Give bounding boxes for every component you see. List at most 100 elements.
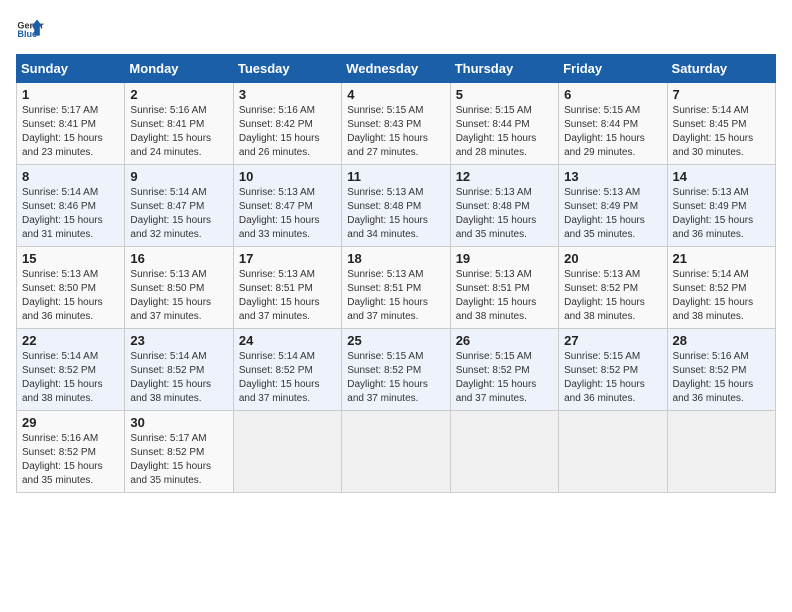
day-number: 12	[456, 169, 553, 184]
calendar-cell: 1 Sunrise: 5:17 AM Sunset: 8:41 PM Daylig…	[17, 83, 125, 165]
day-info: Sunrise: 5:13 AM Sunset: 8:52 PM Dayligh…	[564, 268, 661, 324]
day-info: Sunrise: 5:17 AM Sunset: 8:41 PM Dayligh…	[22, 104, 119, 160]
calendar-table: SundayMondayTuesdayWednesdayThursdayFrid…	[16, 54, 776, 493]
header-cell-saturday: Saturday	[667, 55, 775, 83]
day-number: 6	[564, 87, 661, 102]
day-info: Sunrise: 5:15 AM Sunset: 8:52 PM Dayligh…	[456, 350, 553, 406]
header-cell-wednesday: Wednesday	[342, 55, 450, 83]
day-number: 30	[130, 415, 227, 430]
day-number: 5	[456, 87, 553, 102]
header-cell-friday: Friday	[559, 55, 667, 83]
calendar-cell: 24 Sunrise: 5:14 AM Sunset: 8:52 PM Dayli…	[233, 329, 341, 411]
day-info: Sunrise: 5:15 AM Sunset: 8:52 PM Dayligh…	[564, 350, 661, 406]
calendar-week-3: 22 Sunrise: 5:14 AM Sunset: 8:52 PM Dayli…	[17, 329, 776, 411]
calendar-cell: 28Sunrise: 5:16 AM Sunset: 8:52 PM Dayli…	[667, 329, 775, 411]
day-info: Sunrise: 5:13 AM Sunset: 8:51 PM Dayligh…	[456, 268, 553, 324]
day-number: 22	[22, 333, 119, 348]
calendar-week-4: 29 Sunrise: 5:16 AM Sunset: 8:52 PM Dayli…	[17, 411, 776, 493]
day-number: 19	[456, 251, 553, 266]
calendar-cell: 26 Sunrise: 5:15 AM Sunset: 8:52 PM Dayli…	[450, 329, 558, 411]
calendar-cell: 25 Sunrise: 5:15 AM Sunset: 8:52 PM Dayli…	[342, 329, 450, 411]
day-info: Sunrise: 5:13 AM Sunset: 8:48 PM Dayligh…	[456, 186, 553, 242]
calendar-cell: 8Sunrise: 5:14 AM Sunset: 8:46 PM Daylig…	[17, 165, 125, 247]
day-number: 20	[564, 251, 661, 266]
calendar-cell: 15 Sunrise: 5:13 AM Sunset: 8:50 PM Dayli…	[17, 247, 125, 329]
day-number: 18	[347, 251, 444, 266]
day-number: 14	[673, 169, 770, 184]
day-number: 27	[564, 333, 661, 348]
day-info: Sunrise: 5:14 AM Sunset: 8:52 PM Dayligh…	[22, 350, 119, 406]
day-info: Sunrise: 5:15 AM Sunset: 8:52 PM Dayligh…	[347, 350, 444, 406]
day-info: Sunrise: 5:14 AM Sunset: 8:52 PM Dayligh…	[673, 268, 770, 324]
calendar-cell: 4Sunrise: 5:15 AM Sunset: 8:43 PM Daylig…	[342, 83, 450, 165]
day-number: 28	[673, 333, 770, 348]
calendar-cell: 30Sunrise: 5:17 AM Sunset: 8:52 PM Dayli…	[125, 411, 233, 493]
calendar-cell: 14 Sunrise: 5:13 AM Sunset: 8:49 PM Dayli…	[667, 165, 775, 247]
calendar-cell: 5Sunrise: 5:15 AM Sunset: 8:44 PM Daylig…	[450, 83, 558, 165]
calendar-cell: 17 Sunrise: 5:13 AM Sunset: 8:51 PM Dayli…	[233, 247, 341, 329]
header-cell-monday: Monday	[125, 55, 233, 83]
day-info: Sunrise: 5:14 AM Sunset: 8:52 PM Dayligh…	[239, 350, 336, 406]
day-info: Sunrise: 5:13 AM Sunset: 8:51 PM Dayligh…	[239, 268, 336, 324]
day-number: 3	[239, 87, 336, 102]
day-number: 13	[564, 169, 661, 184]
day-number: 17	[239, 251, 336, 266]
header-cell-sunday: Sunday	[17, 55, 125, 83]
day-number: 25	[347, 333, 444, 348]
day-number: 16	[130, 251, 227, 266]
header-cell-tuesday: Tuesday	[233, 55, 341, 83]
calendar-cell: 29 Sunrise: 5:16 AM Sunset: 8:52 PM Dayli…	[17, 411, 125, 493]
day-info: Sunrise: 5:14 AM Sunset: 8:47 PM Dayligh…	[130, 186, 227, 242]
day-number: 1	[22, 87, 119, 102]
calendar-cell: 27 Sunrise: 5:15 AM Sunset: 8:52 PM Dayli…	[559, 329, 667, 411]
day-number: 21	[673, 251, 770, 266]
day-info: Sunrise: 5:14 AM Sunset: 8:52 PM Dayligh…	[130, 350, 227, 406]
day-info: Sunrise: 5:15 AM Sunset: 8:44 PM Dayligh…	[564, 104, 661, 160]
logo: General Blue	[16, 16, 44, 44]
svg-text:Blue: Blue	[17, 29, 37, 39]
day-info: Sunrise: 5:13 AM Sunset: 8:49 PM Dayligh…	[673, 186, 770, 242]
day-number: 11	[347, 169, 444, 184]
calendar-week-0: 1 Sunrise: 5:17 AM Sunset: 8:41 PM Daylig…	[17, 83, 776, 165]
day-info: Sunrise: 5:13 AM Sunset: 8:47 PM Dayligh…	[239, 186, 336, 242]
day-info: Sunrise: 5:16 AM Sunset: 8:52 PM Dayligh…	[22, 432, 119, 488]
day-info: Sunrise: 5:13 AM Sunset: 8:50 PM Dayligh…	[22, 268, 119, 324]
day-info: Sunrise: 5:16 AM Sunset: 8:41 PM Dayligh…	[130, 104, 227, 160]
calendar-cell: 22 Sunrise: 5:14 AM Sunset: 8:52 PM Dayli…	[17, 329, 125, 411]
calendar-week-2: 15 Sunrise: 5:13 AM Sunset: 8:50 PM Dayli…	[17, 247, 776, 329]
calendar-cell	[667, 411, 775, 493]
calendar-cell: 13 Sunrise: 5:13 AM Sunset: 8:49 PM Dayli…	[559, 165, 667, 247]
calendar-cell: 23 Sunrise: 5:14 AM Sunset: 8:52 PM Dayli…	[125, 329, 233, 411]
day-number: 29	[22, 415, 119, 430]
day-info: Sunrise: 5:13 AM Sunset: 8:48 PM Dayligh…	[347, 186, 444, 242]
day-number: 8	[22, 169, 119, 184]
calendar-cell: 11 Sunrise: 5:13 AM Sunset: 8:48 PM Dayli…	[342, 165, 450, 247]
calendar-cell: 2 Sunrise: 5:16 AM Sunset: 8:41 PM Daylig…	[125, 83, 233, 165]
calendar-cell: 20 Sunrise: 5:13 AM Sunset: 8:52 PM Dayli…	[559, 247, 667, 329]
header-cell-thursday: Thursday	[450, 55, 558, 83]
day-number: 7	[673, 87, 770, 102]
calendar-cell: 3 Sunrise: 5:16 AM Sunset: 8:42 PM Daylig…	[233, 83, 341, 165]
header-row: SundayMondayTuesdayWednesdayThursdayFrid…	[17, 55, 776, 83]
calendar-cell: 6 Sunrise: 5:15 AM Sunset: 8:44 PM Daylig…	[559, 83, 667, 165]
day-number: 15	[22, 251, 119, 266]
calendar-cell: 9Sunrise: 5:14 AM Sunset: 8:47 PM Daylig…	[125, 165, 233, 247]
calendar-cell: 18Sunrise: 5:13 AM Sunset: 8:51 PM Dayli…	[342, 247, 450, 329]
calendar-cell: 7 Sunrise: 5:14 AM Sunset: 8:45 PM Daylig…	[667, 83, 775, 165]
day-number: 10	[239, 169, 336, 184]
calendar-week-1: 8Sunrise: 5:14 AM Sunset: 8:46 PM Daylig…	[17, 165, 776, 247]
calendar-cell: 16Sunrise: 5:13 AM Sunset: 8:50 PM Dayli…	[125, 247, 233, 329]
day-info: Sunrise: 5:13 AM Sunset: 8:49 PM Dayligh…	[564, 186, 661, 242]
calendar-cell	[342, 411, 450, 493]
day-number: 26	[456, 333, 553, 348]
day-number: 23	[130, 333, 227, 348]
day-number: 4	[347, 87, 444, 102]
day-info: Sunrise: 5:14 AM Sunset: 8:45 PM Dayligh…	[673, 104, 770, 160]
header: General Blue	[16, 16, 776, 44]
calendar-cell	[559, 411, 667, 493]
day-number: 24	[239, 333, 336, 348]
day-info: Sunrise: 5:16 AM Sunset: 8:42 PM Dayligh…	[239, 104, 336, 160]
day-number: 2	[130, 87, 227, 102]
calendar-cell: 12 Sunrise: 5:13 AM Sunset: 8:48 PM Dayli…	[450, 165, 558, 247]
calendar-cell: 19 Sunrise: 5:13 AM Sunset: 8:51 PM Dayli…	[450, 247, 558, 329]
